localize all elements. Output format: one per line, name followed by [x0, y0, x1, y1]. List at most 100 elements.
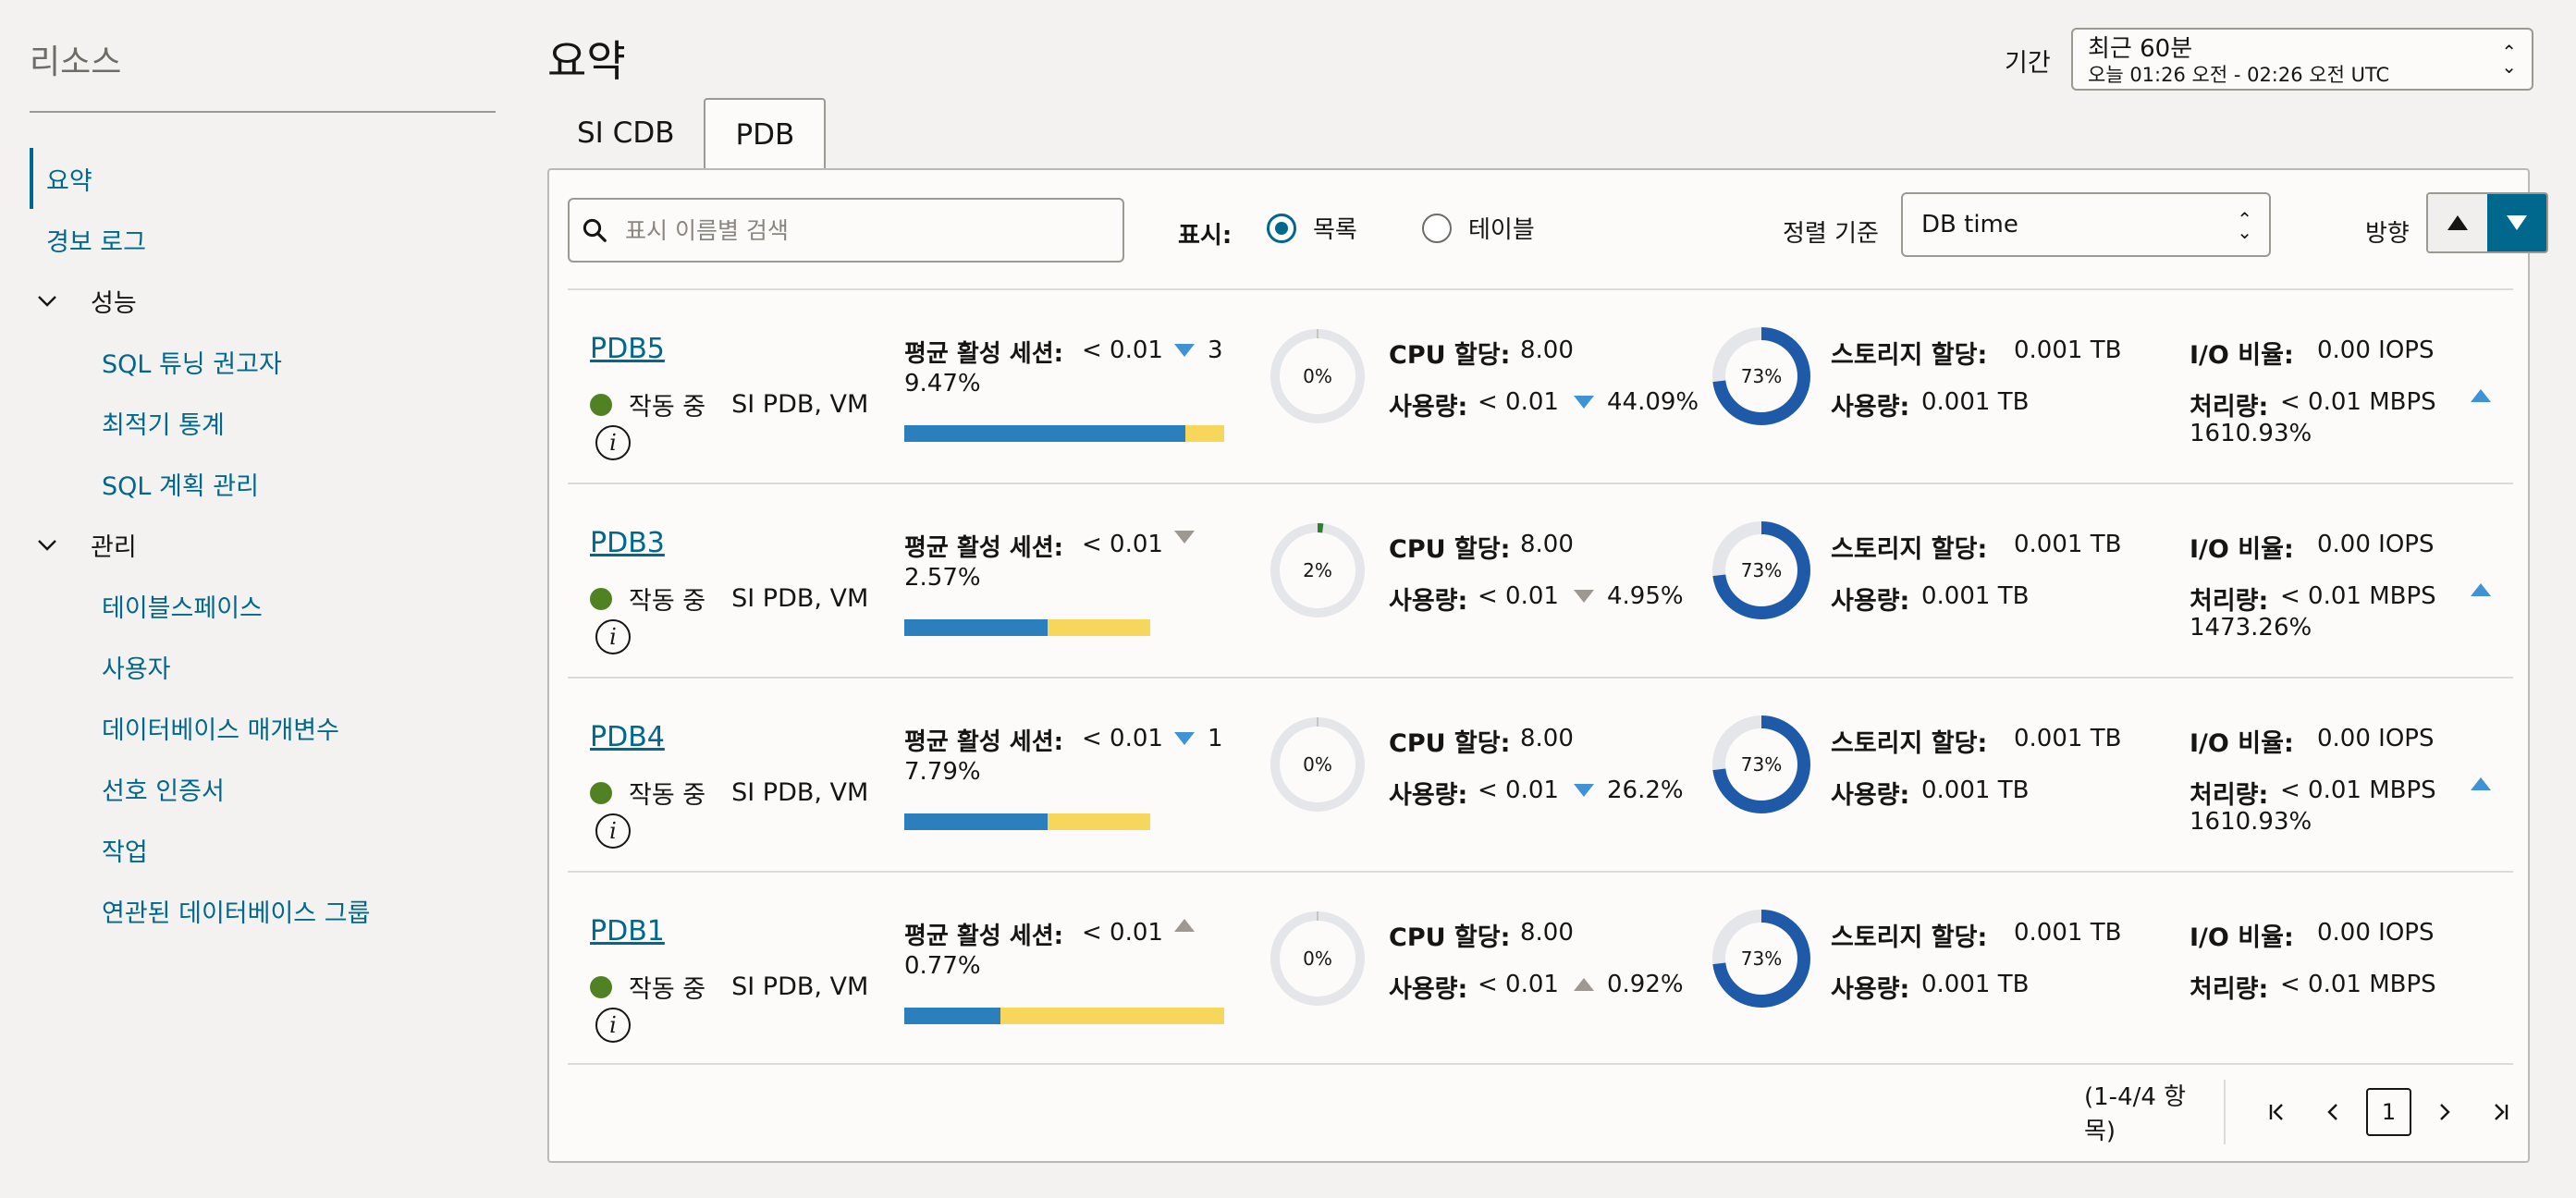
storage-usage-value: 0.001 TB — [1921, 582, 2030, 610]
sidebar-group[interactable]: 성능 — [30, 270, 536, 331]
storage-alloc-value: 0.001 TB — [2014, 725, 2122, 752]
storage-usage-label: 사용량: — [1831, 975, 1910, 1004]
sidebar-item[interactable]: 연관된 데이터베이스 그룹 — [30, 880, 536, 941]
io-rate-label: I/O 비율: — [2190, 341, 2294, 370]
cpu-trend: 26.2% — [1574, 776, 1684, 804]
throughput-label: 처리량: — [2190, 587, 2269, 616]
sidebar-item[interactable]: SQL 튜닝 권고자 — [30, 331, 536, 392]
pager-range: (1-4/4 항목) — [2084, 1080, 2226, 1145]
cpu-donut-chart: 0% — [1270, 329, 1365, 423]
bar-segment-cpu — [904, 1008, 1000, 1024]
sidebar-item[interactable]: 경보 로그 — [30, 209, 536, 270]
trend-up-icon — [2471, 583, 2491, 596]
sidebar-item[interactable]: 데이터베이스 매개변수 — [30, 697, 536, 758]
sidebar-item[interactable]: SQL 계획 관리 — [30, 453, 536, 514]
cpu-alloc-value: 8.00 — [1520, 919, 1574, 947]
sessions-value: < 0.01 — [1082, 531, 1163, 558]
throughput-trend — [2471, 776, 2504, 794]
sidebar-item[interactable]: 작업 — [30, 819, 536, 880]
storage-donut: 73% — [1711, 325, 1812, 427]
io-rate-value: 0.00 IOPS — [2317, 725, 2435, 752]
sessions-value: < 0.01 — [1082, 336, 1163, 364]
search-input[interactable] — [625, 216, 1106, 244]
radio-table[interactable]: 테이블 — [1422, 211, 1535, 245]
search-box[interactable] — [568, 198, 1124, 263]
trend-down-icon — [1174, 344, 1195, 357]
radio-dot-selected[interactable] — [1267, 213, 1296, 243]
info-icon[interactable]: i — [595, 619, 631, 654]
storage-donut: 73% — [1711, 714, 1812, 815]
cpu-alloc-label: CPU 할당: — [1389, 341, 1511, 370]
throughput-trend — [2471, 582, 2504, 600]
tab-pdb[interactable]: PDB — [704, 98, 827, 170]
pdb-name-link[interactable]: PDB3 — [590, 527, 665, 559]
storage-alloc-label: 스토리지 할당: — [1831, 923, 1988, 952]
last-page-icon[interactable] — [2472, 1088, 2528, 1136]
storage-usage-label: 사용량: — [1831, 393, 1910, 422]
sidebar-item[interactable]: 테이블스페이스 — [30, 575, 536, 636]
main-content: 요약 기간 최근 60분 오늘 01:26 오전 - 02:26 오전 UTC … — [547, 0, 2548, 1198]
sort-ascending-button[interactable] — [2428, 194, 2487, 251]
radio-table-label: 테이블 — [1468, 216, 1535, 244]
cpu-trend: 4.95% — [1574, 582, 1684, 610]
storage-alloc-label: 스토리지 할당: — [1831, 729, 1988, 758]
sidebar-group-label: 관리 — [91, 532, 137, 562]
pdb-name-link[interactable]: PDB5 — [590, 333, 665, 365]
status-text: 작동 중 — [629, 393, 706, 422]
sessions-trend — [1174, 919, 1208, 932]
storage-usage-label: 사용량: — [1831, 587, 1910, 616]
pdb-type: SI PDB, VM — [731, 778, 869, 807]
donut-label: 0% — [1303, 947, 1332, 970]
next-page-icon[interactable] — [2417, 1088, 2472, 1136]
sort-descending-button[interactable] — [2487, 194, 2546, 251]
cpu-alloc-label: CPU 할당: — [1389, 923, 1511, 952]
sidebar-group[interactable]: 관리 — [30, 514, 536, 575]
trend-down-icon — [1174, 732, 1195, 745]
sort-select[interactable]: DB time ⌃ ⌄ — [1901, 192, 2271, 257]
throughput-percent: 1610.93% — [2190, 808, 2312, 836]
cpu-alloc-label: CPU 할당: — [1389, 535, 1511, 564]
cpu-donut: 0% — [1267, 908, 1368, 1009]
pagination: (1-4/4 항목) 1 — [2084, 1080, 2528, 1145]
sessions-trend — [1174, 531, 1208, 544]
radio-dot[interactable] — [1422, 213, 1452, 243]
cpu-trend-value: 44.09% — [1607, 388, 1699, 416]
sidebar-item[interactable]: 선호 인증서 — [30, 758, 536, 819]
cpu-alloc-label: CPU 할당: — [1389, 729, 1511, 758]
io-rate-label: I/O 비율: — [2190, 729, 2294, 758]
storage-donut-chart: 73% — [1712, 521, 1810, 619]
bar-segment-wait — [1185, 425, 1224, 442]
cpu-donut-chart: 0% — [1270, 911, 1365, 1006]
sidebar-item[interactable]: 최적기 통계 — [30, 392, 536, 453]
period-label: 기간 — [2005, 49, 2051, 78]
status-ok-icon — [590, 781, 612, 804]
storage-usage-value: 0.001 TB — [1921, 776, 2030, 804]
pdb-name-link[interactable]: PDB4 — [590, 721, 665, 753]
cpu-trend: 44.09% — [1574, 388, 1699, 416]
info-icon[interactable]: i — [595, 813, 631, 849]
bar-segment-wait — [1047, 813, 1151, 830]
current-page[interactable]: 1 — [2366, 1088, 2412, 1136]
radio-list[interactable]: 목록 — [1267, 211, 1357, 245]
info-icon[interactable]: i — [595, 425, 631, 460]
status-ok-icon — [590, 393, 612, 416]
pdb-status: 작동 중 SI PDB, VM — [590, 775, 868, 811]
sidebar-item[interactable]: 요약 — [30, 148, 536, 209]
sidebar-item[interactable]: 사용자 — [30, 636, 536, 697]
tab-si-cdb[interactable]: SI CDB — [547, 98, 704, 168]
prev-page-icon[interactable] — [2305, 1088, 2361, 1136]
io-rate-label: I/O 비율: — [2190, 923, 2294, 952]
first-page-icon[interactable] — [2250, 1088, 2305, 1136]
cpu-trend-value: 26.2% — [1607, 776, 1684, 804]
info-icon[interactable]: i — [595, 1008, 631, 1043]
cpu-usage-value: < 0.01 — [1478, 776, 1559, 804]
throughput-value: < 0.01 MBPS — [2280, 388, 2436, 416]
cpu-usage-value: < 0.01 — [1478, 971, 1559, 998]
storage-donut: 73% — [1711, 520, 1812, 621]
period-select[interactable]: 최근 60분 오늘 01:26 오전 - 02:26 오전 UTC ⌃ ⌄ — [2071, 28, 2533, 91]
pdb-name-link[interactable]: PDB1 — [590, 915, 665, 947]
sidebar-title: 리소스 — [30, 35, 496, 113]
sort-value: DB time — [1921, 211, 2018, 238]
bar-segment-cpu — [904, 813, 1048, 830]
status-ok-icon — [590, 587, 612, 610]
